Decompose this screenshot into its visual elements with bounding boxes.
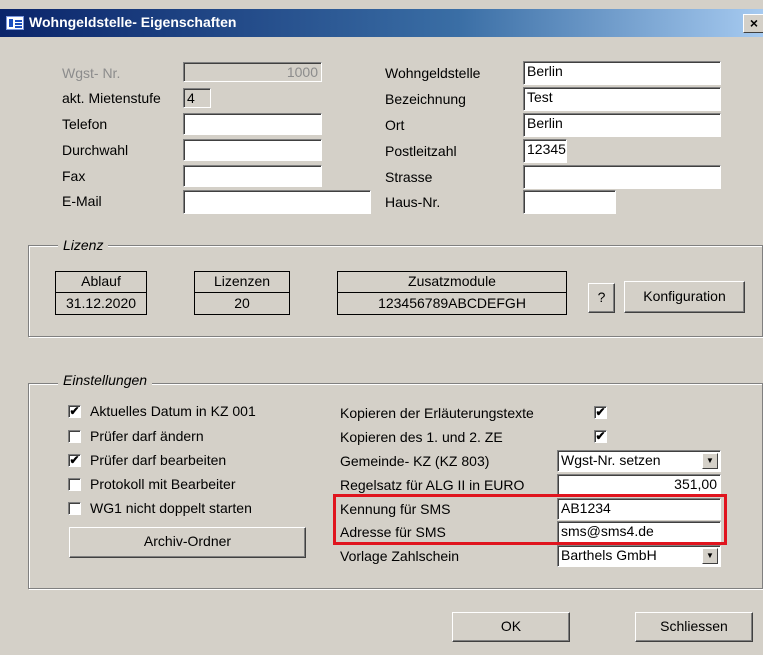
ok-button[interactable]: OK	[452, 612, 570, 642]
fax-label: Fax	[62, 168, 86, 184]
telefon-field[interactable]	[183, 113, 322, 135]
bezeichnung-label: Bezeichnung	[385, 91, 466, 107]
vorlage-zahlschein-value: Barthels GmbH	[561, 547, 657, 563]
schliessen-button[interactable]: Schliessen	[635, 612, 753, 642]
wgst-nr-label: Wgst- Nr.	[62, 65, 121, 81]
pruefer-bearbeiten-label: Prüfer darf bearbeiten	[90, 452, 227, 468]
close-icon[interactable]: ×	[743, 14, 763, 33]
ort-label: Ort	[385, 117, 405, 133]
wohngeldstelle-field[interactable]: Berlin	[523, 61, 721, 85]
regelsatz-field[interactable]: 351,00	[557, 474, 721, 496]
aktuelles-datum-label: Aktuelles Datum in KZ 001	[90, 403, 256, 419]
vorlage-zahlschein-label: Vorlage Zahlschein	[340, 548, 460, 564]
dialog-window: Wohngeldstelle- Eigenschaften × Wgst- Nr…	[0, 0, 763, 655]
lizenzen-header: Lizenzen	[195, 272, 289, 293]
vorlage-zahlschein-select[interactable]: Barthels GmbH	[557, 545, 721, 567]
ablauf-value: 31.12.2020	[65, 295, 137, 311]
zusatzmodule-box: Zusatzmodule 123456789ABCDEFGH	[337, 271, 567, 315]
gemeinde-kz-value: Wgst-Nr. setzen	[561, 452, 661, 468]
email-label: E-Mail	[62, 193, 102, 209]
lizenzen-box: Lizenzen 20	[194, 271, 290, 315]
fax-field[interactable]	[183, 165, 322, 187]
lizenz-caption: Lizenz	[58, 237, 109, 253]
kopieren-ze-label: Kopieren des 1. und 2. ZE	[340, 429, 503, 445]
window-title: Wohngeldstelle- Eigenschaften	[29, 14, 237, 30]
checkbox-wg1-nicht-doppelt[interactable]	[68, 502, 81, 515]
durchwahl-field[interactable]	[183, 139, 322, 161]
strasse-label: Strasse	[385, 169, 433, 185]
hausnr-label: Haus-Nr.	[385, 194, 441, 210]
durchwahl-label: Durchwahl	[62, 142, 129, 158]
regelsatz-label: Regelsatz für ALG II in EURO	[340, 477, 525, 493]
sms-highlight-frame	[333, 494, 727, 545]
pruefer-aendern-label: Prüfer darf ändern	[90, 428, 204, 444]
ablauf-box: Ablauf 31.12.2020	[55, 271, 147, 315]
archiv-ordner-button[interactable]: Archiv-Ordner	[69, 527, 306, 558]
wgst-nr-field: 1000	[183, 62, 322, 82]
lizenzen-value: 20	[234, 295, 250, 311]
telefon-label: Telefon	[62, 116, 108, 132]
title-bar: Wohngeldstelle- Eigenschaften ×	[0, 9, 763, 37]
ort-field[interactable]: Berlin	[523, 113, 721, 137]
kopieren-erlaeuterung-label: Kopieren der Erläuterungstexte	[340, 405, 534, 421]
wg1-nicht-doppelt-label: WG1 nicht doppelt starten	[90, 500, 252, 516]
checkbox-pruefer-aendern[interactable]	[68, 430, 81, 443]
postleitzahl-field[interactable]: 12345	[523, 139, 567, 163]
checkbox-kopieren-ze[interactable]: ✔	[594, 430, 607, 443]
wohngeldstelle-label: Wohngeldstelle	[385, 65, 481, 81]
mietenstufe-field: 4	[183, 88, 211, 108]
email-field[interactable]	[183, 190, 371, 214]
hausnr-field[interactable]	[523, 190, 616, 214]
checkbox-aktuelles-datum[interactable]: ✔	[68, 405, 81, 418]
vorlage-dropdown-icon[interactable]: ▼	[702, 548, 718, 564]
zusatzmodule-header: Zusatzmodule	[338, 272, 566, 293]
konfiguration-button[interactable]: Konfiguration	[624, 281, 745, 313]
help-button[interactable]: ?	[588, 283, 615, 313]
protokoll-label: Protokoll mit Bearbeiter	[90, 476, 236, 492]
bezeichnung-field[interactable]: Test	[523, 87, 721, 111]
gemeinde-kz-select[interactable]: Wgst-Nr. setzen	[557, 450, 721, 472]
checkbox-pruefer-bearbeiten[interactable]: ✔	[68, 454, 81, 467]
window-icon	[6, 16, 24, 30]
gemeinde-kz-dropdown-icon[interactable]: ▼	[702, 453, 718, 469]
checkbox-kopieren-erlaeuterung[interactable]: ✔	[594, 406, 607, 419]
postleitzahl-label: Postleitzahl	[385, 143, 457, 159]
zusatzmodule-value: 123456789ABCDEFGH	[378, 295, 526, 311]
einstellungen-caption: Einstellungen	[58, 372, 153, 388]
strasse-field[interactable]	[523, 165, 721, 189]
mietenstufe-label: akt. Mietenstufe	[62, 90, 161, 106]
gemeinde-kz-label: Gemeinde- KZ (KZ 803)	[340, 453, 490, 469]
ablauf-header: Ablauf	[56, 272, 146, 293]
checkbox-protokoll[interactable]	[68, 478, 81, 491]
